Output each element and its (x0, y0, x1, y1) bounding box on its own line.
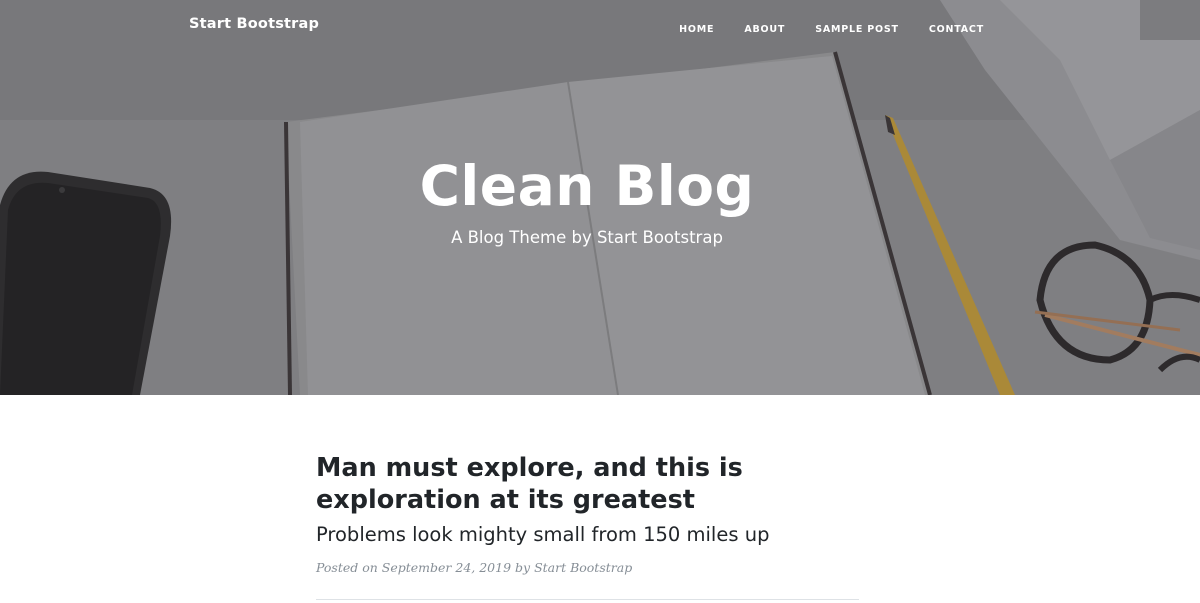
post-author-link[interactable]: Start Bootstrap (534, 560, 632, 575)
post-meta-text: Posted on September 24, 2019 by (316, 560, 531, 575)
nav-item-sample-post: SAMPLE POST (815, 19, 899, 37)
nav-link-contact[interactable]: CONTACT (929, 24, 984, 35)
post-link[interactable]: Man must explore, and this is exploratio… (316, 452, 859, 548)
site-subtitle: A Blog Theme by Start Bootstrap (451, 228, 723, 247)
brand-link[interactable]: Start Bootstrap (189, 16, 319, 32)
post-divider (316, 599, 859, 600)
post-subtitle[interactable]: Problems look mighty small from 150 mile… (316, 522, 859, 548)
nav-item-contact: CONTACT (929, 19, 984, 37)
masthead: Start Bootstrap HOME ABOUT SAMPLE POST C… (0, 0, 1200, 395)
nav-link-sample-post[interactable]: SAMPLE POST (815, 24, 899, 35)
post-meta: Posted on September 24, 2019 by Start Bo… (316, 560, 859, 575)
nav-link-about[interactable]: ABOUT (744, 24, 785, 35)
nav-menu: HOME ABOUT SAMPLE POST CONTACT (679, 19, 984, 37)
post-preview: Man must explore, and this is exploratio… (316, 452, 859, 575)
nav-item-home: HOME (679, 19, 714, 37)
nav-link-home[interactable]: HOME (679, 24, 714, 35)
site-heading: Clean Blog A Blog Theme by Start Bootstr… (0, 150, 1174, 250)
site-title: Clean Blog (419, 154, 755, 218)
post-title[interactable]: Man must explore, and this is exploratio… (316, 452, 859, 516)
main-navbar: Start Bootstrap HOME ABOUT SAMPLE POST C… (0, 0, 1200, 50)
nav-item-about: ABOUT (744, 19, 785, 37)
